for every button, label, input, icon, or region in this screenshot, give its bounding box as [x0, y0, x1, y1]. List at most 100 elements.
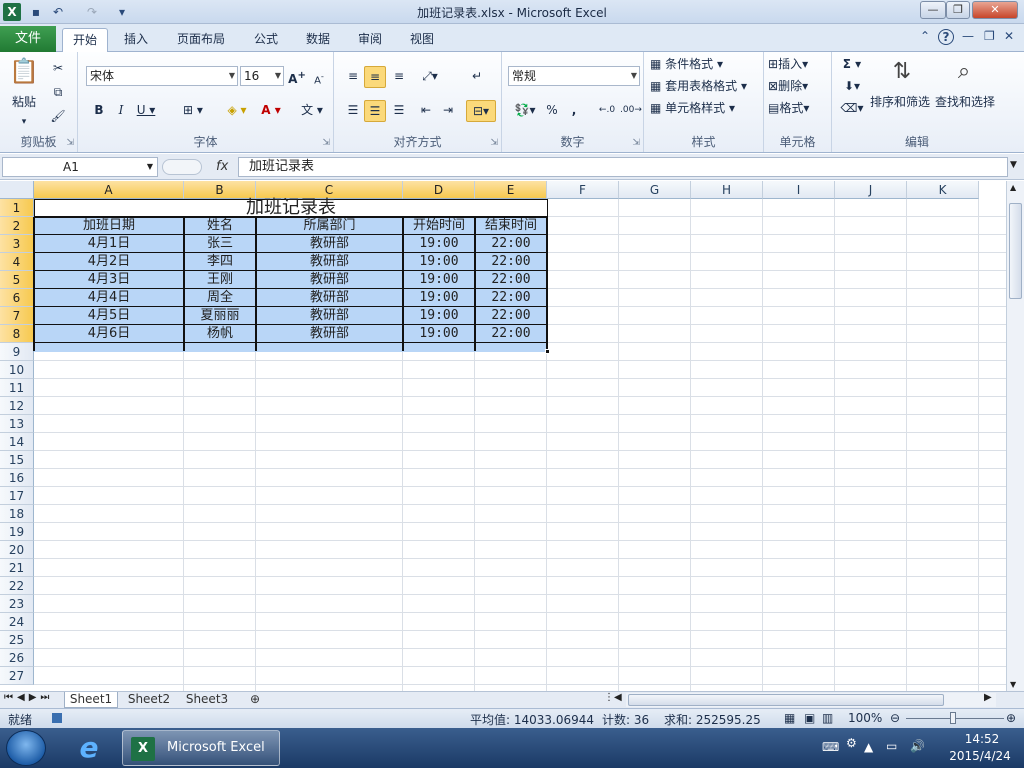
cell-a7[interactable]: 4月5日	[34, 307, 184, 325]
scroll-down-icon[interactable]: ▼	[1010, 680, 1016, 689]
cell-c6[interactable]: 教研部	[256, 289, 403, 307]
orientation-icon[interactable]: ⤢▾	[416, 66, 444, 86]
row-header-15[interactable]: 15	[0, 451, 34, 469]
cell-a8[interactable]: 4月6日	[34, 325, 184, 343]
increase-decimal-icon[interactable]: ←.0	[596, 100, 618, 120]
autosum-icon[interactable]: Σ ▾	[838, 54, 866, 74]
paste-dropdown-icon[interactable]: ▾	[14, 112, 34, 132]
cell-e2[interactable]: 结束时间	[475, 217, 547, 235]
row-header-11[interactable]: 11	[0, 379, 34, 397]
font-launcher-icon[interactable]: ⇲	[322, 138, 330, 148]
cell-d5[interactable]: 19:00	[403, 271, 475, 289]
column-header-j[interactable]: J	[835, 181, 907, 199]
internet-explorer-icon[interactable]: e	[72, 732, 106, 764]
cell-b3[interactable]: 张三	[184, 235, 256, 253]
cell-b6[interactable]: 周全	[184, 289, 256, 307]
page-layout-view-icon[interactable]: ▣	[804, 711, 815, 725]
input-method-icon[interactable]: ⚙	[846, 736, 857, 750]
format-cells-button[interactable]: ▤格式▾	[768, 98, 809, 118]
column-header-g[interactable]: G	[619, 181, 691, 199]
increase-indent-icon[interactable]: ⇥	[438, 100, 458, 120]
worksheet-grid[interactable]: ABCDEFGHIJK 1 2 3 4 5 6 7 8 9 10 11 12 13 14 15 16 17 18 1…	[0, 181, 1006, 691]
minimize-button[interactable]: —	[920, 1, 946, 19]
cell-d8[interactable]: 19:00	[403, 325, 475, 343]
paste-icon[interactable]: 📋	[8, 56, 40, 86]
row-header-9[interactable]: 9	[0, 343, 34, 361]
delete-cells-button[interactable]: ⊠删除▾	[768, 76, 808, 96]
help-icon[interactable]: ?	[938, 29, 954, 45]
cell-d3[interactable]: 19:00	[403, 235, 475, 253]
clock-time[interactable]: 14:52	[956, 732, 1008, 746]
clear-icon[interactable]: ⌫▾	[838, 98, 866, 118]
sheet-tab-2[interactable]: Sheet2	[122, 692, 176, 708]
fill-icon[interactable]: ⬇▾	[838, 76, 866, 96]
show-hidden-icons-icon[interactable]: ▲	[864, 740, 873, 754]
insert-sheet-icon[interactable]: ⊕	[244, 692, 266, 708]
row-header-3[interactable]: 3	[0, 235, 34, 253]
start-button-icon[interactable]	[6, 730, 46, 766]
row-header-16[interactable]: 16	[0, 469, 34, 487]
tab-split-handle[interactable]: ⋮	[604, 692, 614, 703]
column-header-e[interactable]: E	[475, 181, 547, 199]
cut-icon[interactable]: ✂	[48, 58, 68, 78]
row-header-6[interactable]: 6	[0, 289, 34, 307]
cell-b7[interactable]: 夏丽丽	[184, 307, 256, 325]
italic-button[interactable]: I	[112, 100, 130, 120]
formula-input[interactable]: 加班记录表	[238, 157, 1008, 177]
tab-page-layout[interactable]: 页面布局	[170, 28, 232, 52]
tab-formulas[interactable]: 公式	[246, 28, 286, 52]
row-header-8[interactable]: 8	[0, 325, 34, 343]
taskbar-excel-button[interactable]: X Microsoft Excel ...	[122, 730, 280, 766]
row-header-13[interactable]: 13	[0, 415, 34, 433]
row-header-25[interactable]: 25	[0, 631, 34, 649]
tab-view[interactable]: 视图	[402, 28, 442, 52]
underline-button[interactable]: U ▾	[134, 100, 158, 120]
cell-e3[interactable]: 22:00	[475, 235, 547, 253]
cell-a6[interactable]: 4月4日	[34, 289, 184, 307]
tab-insert[interactable]: 插入	[116, 28, 156, 52]
cell-c7[interactable]: 教研部	[256, 307, 403, 325]
column-header-d[interactable]: D	[403, 181, 475, 199]
horizontal-scrollbar[interactable]	[626, 693, 996, 707]
normal-view-icon[interactable]: ▦	[784, 711, 795, 725]
row-header-18[interactable]: 18	[0, 505, 34, 523]
doc-restore-icon[interactable]: ❐	[984, 29, 995, 43]
tab-home[interactable]: 开始	[62, 28, 108, 53]
column-header-a[interactable]: A	[34, 181, 184, 199]
number-format-combo[interactable]: 常规 ▼	[508, 66, 640, 86]
cell-a3[interactable]: 4月1日	[34, 235, 184, 253]
row-header-19[interactable]: 19	[0, 523, 34, 541]
cell-styles-button[interactable]: ▦ 单元格样式 ▾	[650, 98, 735, 118]
decrease-decimal-icon[interactable]: .00→	[620, 100, 642, 120]
row-header-4[interactable]: 4	[0, 253, 34, 271]
font-name-combo[interactable]: 宋体 ▼	[86, 66, 238, 86]
binoculars-icon[interactable]: ⌕	[944, 54, 984, 90]
merge-center-icon[interactable]: ⊟▾	[466, 100, 496, 122]
tab-review[interactable]: 审阅	[350, 28, 390, 52]
row-header-26[interactable]: 26	[0, 649, 34, 667]
expand-formula-icon[interactable]: ▼	[1010, 160, 1017, 170]
zoom-level[interactable]: 100%	[848, 711, 882, 725]
cell-b4[interactable]: 李四	[184, 253, 256, 271]
format-painter-icon[interactable]: 🖌	[48, 106, 68, 126]
percent-icon[interactable]: %	[542, 100, 562, 120]
column-header-h[interactable]: H	[691, 181, 763, 199]
row-header-10[interactable]: 10	[0, 361, 34, 379]
chevron-down-icon[interactable]: ▼	[631, 67, 637, 85]
scroll-left-icon[interactable]: ◀	[614, 692, 622, 703]
tab-data[interactable]: 数据	[298, 28, 338, 52]
doc-minimize-icon[interactable]: —	[962, 29, 974, 43]
page-break-view-icon[interactable]: ▥	[822, 711, 833, 725]
column-header-k[interactable]: K	[907, 181, 979, 199]
horizontal-scroll-thumb[interactable]	[628, 694, 944, 706]
scroll-right-icon[interactable]: ▶	[984, 692, 992, 703]
bold-button[interactable]: B	[90, 100, 108, 120]
formula-bar-splitter[interactable]	[162, 159, 202, 175]
copy-icon[interactable]: ⧉	[48, 82, 68, 102]
row-header-2[interactable]: 2	[0, 217, 34, 235]
row-header-14[interactable]: 14	[0, 433, 34, 451]
cell-e8[interactable]: 22:00	[475, 325, 547, 343]
cell-d6[interactable]: 19:00	[403, 289, 475, 307]
wrap-text-icon[interactable]: ↵	[466, 66, 488, 86]
cell-c5[interactable]: 教研部	[256, 271, 403, 289]
